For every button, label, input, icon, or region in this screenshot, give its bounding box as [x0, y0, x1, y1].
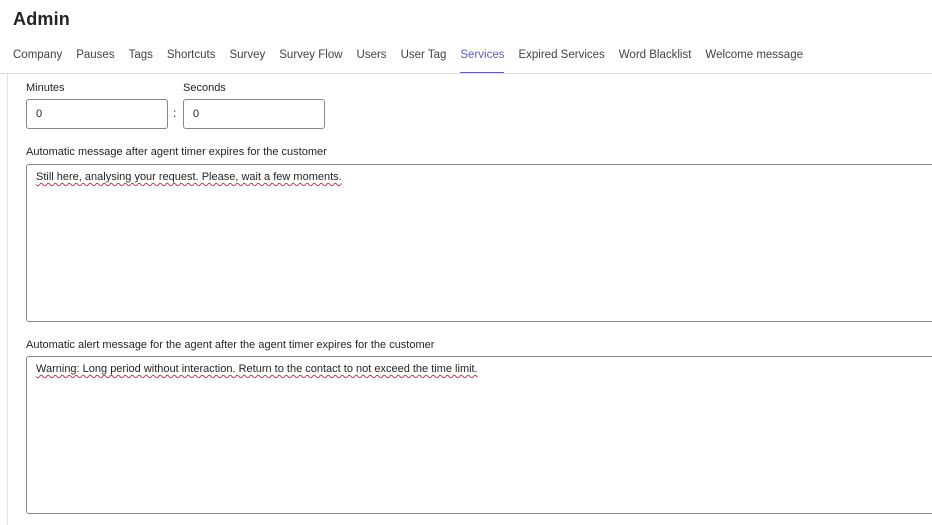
content-left-border [7, 74, 8, 525]
tab-expired-services[interactable]: Expired Services [518, 46, 604, 70]
tab-survey-flow[interactable]: Survey Flow [279, 46, 342, 70]
agent-alert-text: Warning: Long period without interaction… [36, 363, 478, 375]
seconds-label: Seconds [183, 82, 226, 94]
minutes-label: Minutes [26, 82, 65, 94]
page-title: Admin [13, 9, 70, 29]
tab-services[interactable]: Services [460, 46, 505, 74]
tab-pauses[interactable]: Pauses [76, 46, 114, 70]
customer-message-label: Automatic message after agent timer expi… [26, 146, 327, 158]
tab-welcome-message[interactable]: Welcome message [705, 46, 803, 70]
minutes-input[interactable] [26, 99, 168, 129]
tab-tags[interactable]: Tags [129, 46, 153, 70]
seconds-input[interactable] [183, 99, 325, 129]
tab-survey[interactable]: Survey [229, 46, 265, 70]
time-separator: : [173, 106, 177, 120]
tab-company[interactable]: Company [13, 46, 62, 70]
agent-alert-textarea[interactable]: Warning: Long period without interaction… [26, 356, 932, 514]
agent-alert-label: Automatic alert message for the agent af… [26, 339, 435, 351]
tab-word-blacklist[interactable]: Word Blacklist [619, 46, 692, 70]
tab-shortcuts[interactable]: Shortcuts [167, 46, 216, 70]
tab-users[interactable]: Users [357, 46, 387, 70]
tabs-divider [0, 73, 932, 74]
tab-bar: Company Pauses Tags Shortcuts Survey Sur… [13, 46, 817, 74]
customer-message-text: Still here, analysing your request. Plea… [36, 171, 342, 183]
customer-message-textarea[interactable]: Still here, analysing your request. Plea… [26, 164, 932, 322]
tab-user-tag[interactable]: User Tag [401, 46, 447, 70]
